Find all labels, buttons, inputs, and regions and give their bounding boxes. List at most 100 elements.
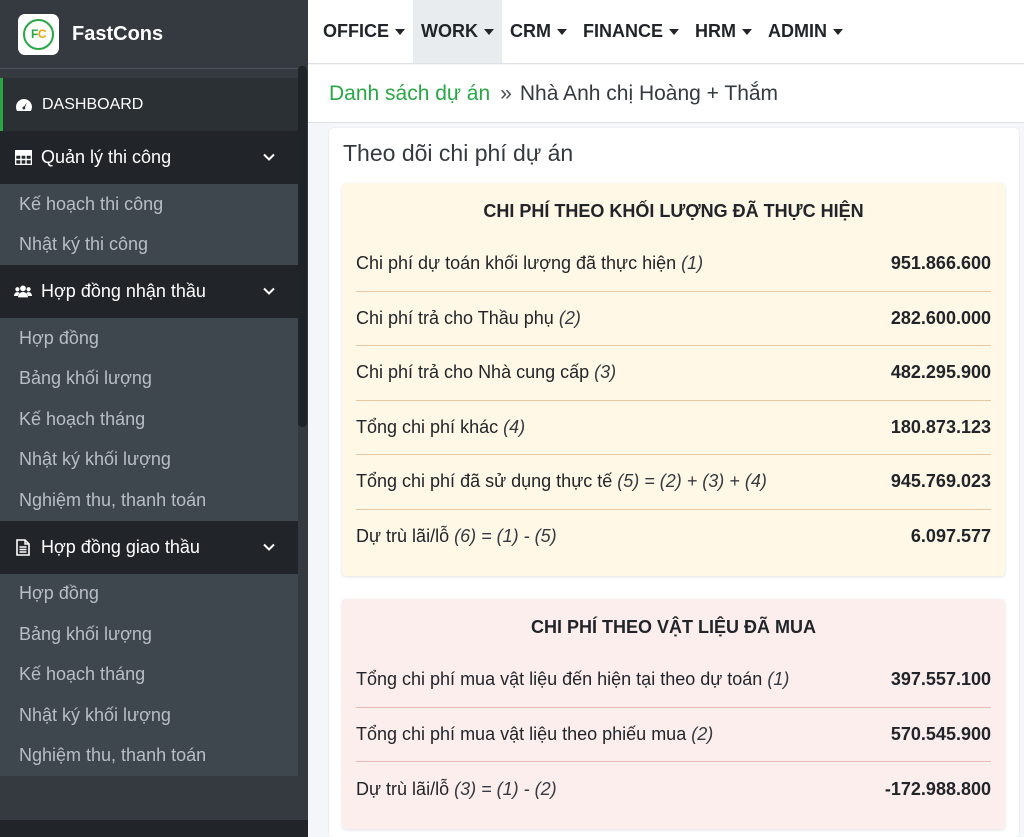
menu-crm[interactable]: CRM: [502, 0, 575, 63]
cost-note: (2): [691, 723, 714, 744]
top-navbar: OFFICE WORK CRM FINANCE HRM ADMIN: [308, 0, 1024, 64]
submenu-hop-dong-giao-thau: Hợp đồng Bảng khối lượng Kế hoạch tháng …: [0, 573, 298, 777]
cost-label-text: Dự trù lãi/lỗ: [356, 778, 450, 799]
submenu-quan-ly-thi-cong: Kế hoạch thi công Nhật ký thi công: [0, 184, 298, 265]
cost-row: Tổng chi phí đã sử dụng thực tế (5) = (2…: [356, 455, 991, 510]
app-name: FastCons: [72, 22, 164, 45]
caret-down-icon: [484, 28, 494, 35]
chevron-down-icon: [263, 287, 275, 295]
cost-by-volume-panel: CHI PHÍ THEO KHỐI LƯỢNG ĐÃ THỰC HIỆN Chi…: [342, 183, 1005, 576]
cost-label-text: Chi phí trả cho Nhà cung cấp: [356, 362, 590, 383]
logo: FC: [18, 13, 59, 55]
menu-label: WORK: [421, 21, 478, 41]
document-icon: [14, 538, 32, 556]
sidebar-item-nghiem-thu-thanh-toan[interactable]: Nghiệm thu, thanh toán: [0, 480, 298, 521]
sidebar-item-ke-hoach-thi-cong[interactable]: Kế hoạch thi công: [0, 184, 298, 225]
cost-label: Chi phí trả cho Nhà cung cấp (3): [356, 362, 616, 383]
menu-label: OFFICE: [323, 21, 389, 41]
cost-note: (6) = (1) - (5): [454, 526, 557, 547]
sidebar-group-hop-dong-giao-thau[interactable]: Hợp đồng giao thầu: [0, 520, 298, 574]
cost-value: 282.600.000: [890, 307, 991, 328]
sidebar-item-ke-hoach-thang[interactable]: Kế hoạch tháng: [0, 399, 298, 440]
cost-label: Dự trù lãi/lỗ (6) = (1) - (5): [356, 526, 557, 547]
page-title: Theo dõi chi phí dự án: [343, 140, 574, 166]
menu-label: FINANCE: [583, 21, 663, 41]
sidebar-item-nhat-ky-khoi-luong[interactable]: Nhật ký khối lượng: [0, 440, 298, 481]
cost-label-text: Tổng chi phí đã sử dụng thực tế: [356, 471, 613, 492]
menu-label: CRM: [510, 21, 551, 41]
users-icon: [14, 283, 32, 301]
cost-row: Chi phí trả cho Thầu phụ (2) 282.600.000: [356, 292, 991, 346]
sidebar-scrollbar[interactable]: [298, 66, 307, 427]
cost-label: Tổng chi phí khác (4): [356, 417, 525, 438]
sidebar-item-hop-dong[interactable]: Hợp đồng: [0, 574, 298, 615]
chevron-down-icon: [263, 153, 275, 161]
cost-note: (3) = (1) - (2): [454, 778, 557, 799]
cost-row: Chi phí trả cho Nhà cung cấp (3) 482.295…: [356, 346, 991, 401]
sidebar: FC FastCons DASHBOARD Quản lý thi công K…: [0, 0, 308, 837]
sidebar-item-dashboard[interactable]: DASHBOARD: [0, 78, 298, 131]
cost-label-text: Chi phí dự toán khối lượng đã thực hiện: [356, 253, 677, 274]
breadcrumb-current: Nhà Anh chị Hoàng + Thắm: [519, 81, 779, 105]
breadcrumb-separator: »: [500, 81, 512, 105]
caret-down-icon: [669, 28, 679, 35]
cost-label: Tổng chi phí mua vật liệu theo phiếu mua…: [356, 724, 713, 745]
menu-label: ADMIN: [768, 21, 827, 41]
caret-down-icon: [557, 28, 567, 35]
breadcrumb: Danh sách dự án » Nhà Anh chị Hoàng + Th…: [308, 65, 1024, 123]
cost-row: Dự trù lãi/lỗ (6) = (1) - (5) 6.097.577: [356, 510, 991, 565]
chevron-down-icon: [263, 543, 275, 551]
cost-row: Chi phí dự toán khối lượng đã thực hiện …: [356, 237, 991, 292]
table-icon: [14, 149, 32, 167]
cost-by-material-panel: CHI PHÍ THEO VẬT LIỆU ĐÃ MUA Tổng chi ph…: [342, 599, 1005, 829]
cost-row: Tổng chi phí mua vật liệu theo phiếu mua…: [356, 708, 991, 762]
cost-row: Tổng chi phí mua vật liệu đến hiện tại t…: [356, 653, 991, 708]
cost-note: (2): [558, 307, 581, 328]
sidebar-item-label: DASHBOARD: [42, 95, 144, 113]
cost-note: (1): [681, 253, 704, 274]
panel-heading: CHI PHÍ THEO KHỐI LƯỢNG ĐÃ THỰC HIỆN: [483, 200, 864, 221]
sidebar-item-ke-hoach-thang[interactable]: Kế hoạch tháng: [0, 655, 298, 696]
panel-heading: CHI PHÍ THEO VẬT LIỆU ĐÃ MUA: [530, 616, 816, 637]
cost-value: 180.873.123: [890, 416, 991, 437]
sidebar-item-bang-khoi-luong[interactable]: Bảng khối lượng: [0, 359, 298, 400]
breadcrumb-link-project-list[interactable]: Danh sách dự án: [329, 82, 490, 106]
sidebar-item-hop-dong[interactable]: Hợp đồng: [0, 318, 298, 359]
sidebar-nav: DASHBOARD Quản lý thi công Kế hoạch thi …: [0, 78, 298, 776]
submenu-hop-dong-nhan-thau: Hợp đồng Bảng khối lượng Kế hoạch tháng …: [0, 318, 298, 521]
menu-work[interactable]: WORK: [413, 0, 502, 63]
cost-value: 482.295.900: [890, 362, 991, 383]
caret-down-icon: [833, 28, 843, 35]
caret-down-icon: [395, 28, 405, 35]
sidebar-group-hop-dong-nhan-thau[interactable]: Hợp đồng nhận thầu: [0, 265, 298, 318]
menu-admin[interactable]: ADMIN: [760, 0, 851, 63]
cost-tracking-card: Theo dõi chi phí dự án CHI PHÍ THEO KHỐI…: [329, 128, 1019, 837]
menu-office[interactable]: OFFICE: [308, 0, 413, 63]
menu-finance[interactable]: FINANCE: [575, 0, 687, 63]
cost-label: Chi phí trả cho Thầu phụ (2): [356, 308, 581, 329]
cost-label-text: Tổng chi phí mua vật liệu đến hiện tại t…: [356, 669, 763, 690]
logo-mark: FC: [23, 18, 54, 50]
sidebar-group-label: Hợp đồng giao thầu: [41, 536, 200, 557]
cost-label-text: Dự trù lãi/lỗ: [356, 526, 450, 547]
dashboard-icon: [15, 96, 33, 114]
brand[interactable]: FC FastCons: [0, 0, 308, 69]
sidebar-item-nghiem-thu-thanh-toan[interactable]: Nghiệm thu, thanh toán: [0, 736, 298, 777]
cost-value: 951.866.600: [890, 253, 991, 274]
sidebar-item-nhat-ky-khoi-luong[interactable]: Nhật ký khối lượng: [0, 695, 298, 736]
menu-label: HRM: [695, 21, 736, 41]
menu-hrm[interactable]: HRM: [687, 0, 760, 63]
cost-label-text: Tổng chi phí mua vật liệu theo phiếu mua: [356, 723, 687, 744]
cost-label-text: Tổng chi phí khác: [356, 416, 499, 437]
sidebar-group-quan-ly-thi-cong[interactable]: Quản lý thi công: [0, 131, 298, 184]
cost-value: 570.545.900: [890, 723, 991, 744]
sidebar-item-bang-khoi-luong[interactable]: Bảng khối lượng: [0, 614, 298, 655]
cost-label-text: Chi phí trả cho Thầu phụ: [356, 307, 554, 328]
cost-label: Chi phí dự toán khối lượng đã thực hiện …: [356, 253, 703, 274]
cost-value: -172.988.800: [884, 778, 991, 799]
sidebar-next-group[interactable]: [0, 820, 308, 837]
sidebar-item-nhat-ky-thi-cong[interactable]: Nhật ký thi công: [0, 225, 298, 266]
logo-letter-f: F: [30, 27, 38, 41]
cost-label: Dự trù lãi/lỗ (3) = (1) - (2): [356, 779, 557, 800]
cost-note: (1): [767, 669, 790, 690]
